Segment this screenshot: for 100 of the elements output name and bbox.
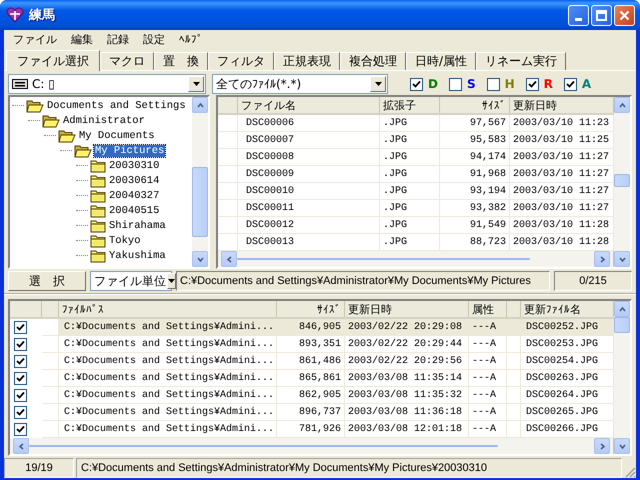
column-header[interactable]: 拡張子 [380,97,440,113]
table-cell: 97,567 [440,115,510,132]
table-cell: 93,194 [440,183,510,200]
column-header[interactable]: ｻｲｽﾞ [277,301,345,317]
menu-item[interactable]: ﾍﾙﾌﾟ [172,32,210,46]
checkbox[interactable] [14,423,27,436]
tree-item[interactable]: Yakushima [108,250,167,262]
folder-icon [90,204,106,218]
scrollbar-thumb[interactable] [192,167,208,238]
folder-icon [90,174,106,188]
column-header[interactable]: 属性 [469,301,507,317]
tree-item[interactable]: 20040327 [108,190,160,202]
attribute-label: D [428,77,438,91]
menu-item[interactable]: 設定 [136,32,172,46]
tree-item[interactable]: 20030614 [108,174,160,186]
row-header-cell [218,200,238,217]
checkbox[interactable] [486,78,500,90]
table-cell: DSC00010 [238,183,380,200]
attribute-label: H [504,77,515,91]
checkbox[interactable] [14,321,27,334]
tree-item[interactable]: My Pictures [94,144,166,156]
tree-item[interactable]: Documents and Settings [46,100,187,112]
tab[interactable]: 複合処理 [340,52,406,70]
checkbox[interactable] [526,78,539,90]
table-cell: 91,968 [440,166,510,183]
tree-item[interactable]: 20030310 [108,160,160,172]
tree-item[interactable]: 20040515 [108,204,160,216]
checkbox[interactable] [14,389,27,402]
menu-item[interactable]: ファイル [6,32,64,46]
table-cell: DSC00006 [238,115,380,132]
tree-item[interactable]: My Documents [78,130,156,142]
scrollbar-thumb[interactable] [614,317,630,334]
tree-item[interactable]: Shirahama [108,220,167,232]
table-cell: 95,583 [440,132,510,149]
table-cell: .JPG [380,132,440,149]
menu-item[interactable]: 編集 [64,32,100,46]
horizontal-scrollbar[interactable] [10,438,614,454]
table-cell: .JPG [380,217,440,234]
checkbox[interactable] [14,406,27,419]
table-cell: .JPG [380,149,440,166]
window-title: 練馬 [29,7,56,24]
tab[interactable]: ファイル選択 [6,50,100,71]
open-folder-icon [26,98,44,112]
selection-count: 0/215 [554,271,632,291]
column-header[interactable]: ファイル名 [238,97,380,113]
minimize-button[interactable] [568,4,589,26]
folder-icon [90,248,106,262]
vertical-scrollbar[interactable] [192,97,208,267]
folder-icon [90,158,106,172]
tab[interactable]: 日時/属性 [406,52,476,70]
tab[interactable]: 正規表現 [274,52,340,70]
table-cell: DSC00007 [238,132,380,149]
drive-combo[interactable]: C: ▯ [8,74,206,94]
checkbox[interactable] [14,372,27,385]
tree-item[interactable]: Tokyo [108,234,142,246]
attribute-label: A [582,77,592,91]
caret-icon [374,82,382,86]
table-cell: DSC00011 [238,200,380,217]
table-cell: .JPG [380,166,440,183]
column-header[interactable]: ﾌｧｲﾙﾊﾟｽ [59,301,277,317]
column-header[interactable]: 更新日時 [345,301,469,317]
horizontal-scrollbar[interactable] [218,251,614,267]
open-folder-icon [42,114,60,128]
checkbox[interactable] [14,355,27,368]
row-header-cell [218,149,238,166]
select-button[interactable]: 選 択 [8,271,86,291]
tab[interactable]: フィルタ [208,52,274,70]
scrollbar-thumb[interactable] [237,258,530,260]
path-field: C:¥Documents and Settings¥Administrator¥My Documents¥My Pictures [176,271,550,291]
checkbox[interactable] [14,338,27,351]
maximize-icon [596,10,607,20]
row-header-cell [218,166,238,183]
table-cell: 93,382 [440,200,510,217]
vertical-scrollbar[interactable] [614,301,630,454]
status-count: 19/19 [4,458,74,478]
maximize-button[interactable] [591,4,612,26]
checkbox[interactable] [564,78,577,90]
drive-icon [12,79,28,89]
close-button[interactable] [614,4,635,26]
table-cell: DSC00009 [238,166,380,183]
checkbox[interactable] [448,78,462,90]
scrollbar-thumb[interactable] [614,174,630,188]
folder-icon [90,188,106,202]
tab[interactable]: リネーム実行 [476,52,566,70]
tab[interactable]: マクロ [100,52,154,70]
tab[interactable]: 置 換 [154,52,208,70]
scrollbar-thumb[interactable] [29,445,498,447]
column-header[interactable]: ｻｲｽﾞ [440,97,510,113]
table-cell: DSC00012 [238,217,380,234]
row-header-cell [218,183,238,200]
row-header-cell [218,132,238,149]
caret-icon [168,279,175,283]
resize-grip-icon [624,466,636,478]
folder-icon [90,234,106,248]
table-cell: 91,549 [440,217,510,234]
checkbox[interactable] [410,78,423,90]
vertical-scrollbar[interactable] [614,97,630,267]
tree-item[interactable]: Administrator [62,114,146,126]
menu-item[interactable]: 記録 [100,32,136,46]
filter-combo[interactable]: 全てのﾌｧｲﾙ(*.*) [212,74,388,94]
